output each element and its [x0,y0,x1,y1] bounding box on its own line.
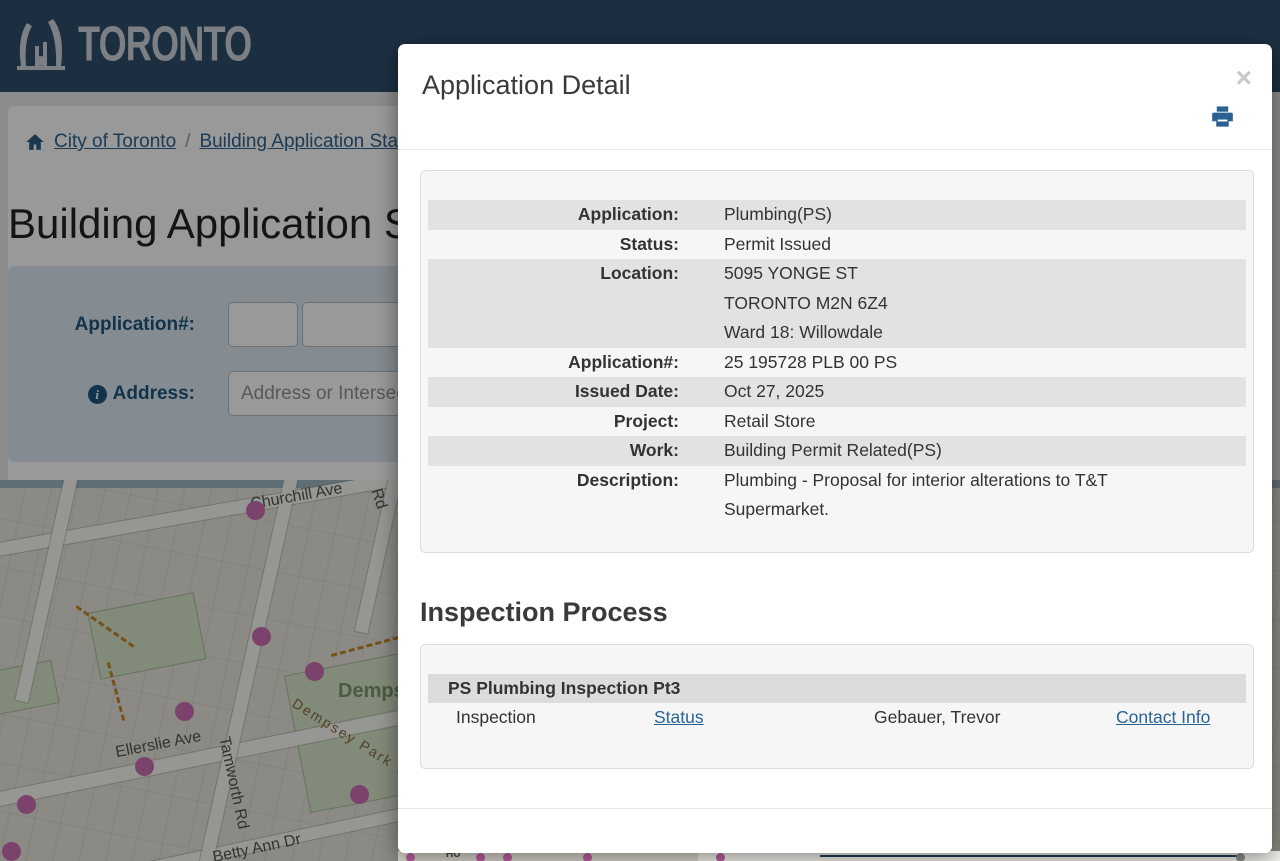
detail-value: Building Permit Related(PS) [724,440,942,460]
application-detail-modal: Application Detail × Application: Plumbi… [398,44,1272,853]
inspection-process-heading: Inspection Process [420,596,668,627]
inspection-type: Inspection [456,706,536,727]
detail-value: Oct 27, 2025 [724,381,825,401]
modal-title: Application Detail [422,70,631,100]
inspection-table: PS Plumbing Inspection Pt3 Inspection St… [420,643,1254,769]
detail-value: 25 195728 PLB 00 PS [724,351,898,372]
map-marker [1236,853,1245,861]
detail-label: Status: [619,233,679,254]
application-status-page: TORONTO City of Toronto / Building Appli… [0,0,1280,861]
detail-label: Project: [613,410,679,431]
detail-row-application: Application: Plumbing(PS) [428,200,1246,230]
inspection-status-link[interactable]: Status [654,707,704,727]
map-marker [503,853,512,861]
detail-row-description: Description: Plumbing - Proposal for int… [428,466,1246,525]
application-detail-table: Application: Plumbing(PS) Status: Permit… [420,170,1254,553]
print-icon[interactable] [1211,105,1234,131]
detail-value: 5095 YONGE ST TORONTO M2N 6Z4 Ward 18: W… [679,259,888,348]
detail-row-application-number: Application#: 25 195728 PLB 00 PS [428,348,1246,378]
inspection-group-title: PS Plumbing Inspection Pt3 [428,673,1246,703]
detail-row-issued-date: Issued Date: Oct 27, 2025 [428,377,1246,407]
detail-row-location: Location: 5095 YONGE ST TORONTO M2N 6Z4 … [428,259,1246,348]
close-icon[interactable]: × [1236,64,1252,92]
modal-footer [398,808,1272,853]
inspector-name: Gebauer, Trevor [874,706,1001,727]
detail-value: Plumbing - Proposal for interior alterat… [724,469,1108,520]
detail-row-project: Project: Retail Store [428,407,1246,437]
detail-label: Work: [629,440,679,460]
map-marker [583,853,592,861]
inspection-row: Inspection Status Gebauer, Trevor Contac… [428,703,1246,733]
detail-label: Issued Date: [574,381,679,401]
detail-value: Permit Issued [724,233,831,254]
detail-value: Retail Store [724,410,816,431]
detail-label: Location: [600,263,679,283]
map-marker [406,853,415,861]
map-strip-road [820,855,1240,857]
location-line: TORONTO M2N 6Z4 [724,292,888,313]
location-line: Ward 18: Willowdale [724,322,883,342]
detail-row-status: Status: Permit Issued [428,230,1246,260]
map-marker [476,853,485,861]
detail-label: Application: [577,204,679,224]
detail-row-work: Work: Building Permit Related(PS) [428,436,1246,466]
detail-label: Description: [576,469,679,490]
detail-label: Application#: [568,351,679,372]
location-line: 5095 YONGE ST [724,263,858,283]
contact-info-link[interactable]: Contact Info [1116,707,1210,727]
map-marker [716,853,725,861]
modal-header: Application Detail × [398,44,1272,150]
detail-value: Plumbing(PS) [724,204,832,224]
